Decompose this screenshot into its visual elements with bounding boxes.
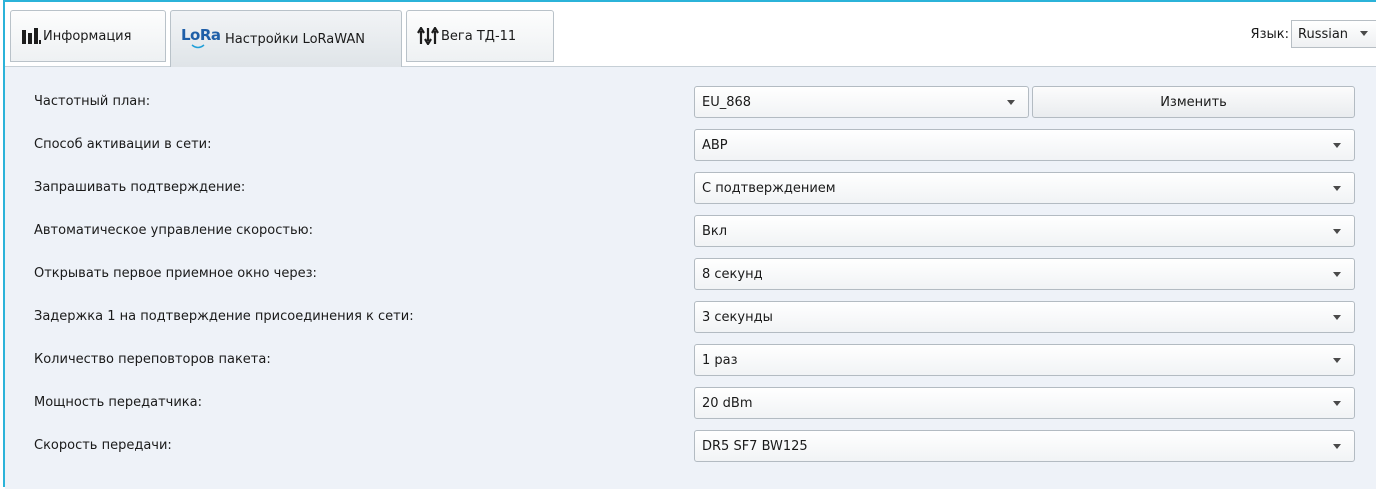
confirm-value: С подтверждением bbox=[702, 181, 836, 196]
rx1-value: 8 секунд bbox=[702, 267, 763, 282]
adr-select[interactable]: Вкл bbox=[694, 215, 1355, 247]
chevron-down-icon bbox=[1333, 315, 1341, 320]
freq-plan-value: EU_868 bbox=[702, 95, 752, 110]
arrows-updown-icon bbox=[417, 27, 439, 45]
join-delay-select[interactable]: 3 секунды bbox=[694, 301, 1355, 333]
adr-value: Вкл bbox=[702, 224, 728, 239]
tx-power-select[interactable]: 20 dBm bbox=[694, 387, 1355, 419]
chevron-down-icon bbox=[1333, 401, 1341, 406]
rx1-select[interactable]: 8 секунд bbox=[694, 258, 1355, 290]
retries-value: 1 раз bbox=[702, 353, 738, 368]
chevron-down-icon bbox=[1333, 272, 1341, 277]
rx1-label: Открывать первое приемное окно через: bbox=[34, 266, 317, 281]
tab-vega-td11[interactable]: Вега ТД-11 bbox=[406, 10, 554, 62]
activation-value: ABP bbox=[702, 138, 728, 153]
setting-row-data-rate: Скорость передачи: DR5 SF7 BW125 bbox=[5, 426, 1376, 466]
freq-plan-label: Частотный план: bbox=[34, 94, 151, 109]
tab-vega-label: Вега ТД-11 bbox=[441, 28, 517, 44]
chevron-down-icon bbox=[1333, 444, 1341, 449]
tab-info[interactable]: Информация bbox=[10, 10, 166, 62]
activation-select[interactable]: ABP bbox=[694, 129, 1355, 161]
language-value: Russian bbox=[1298, 26, 1349, 42]
tx-power-value: 20 dBm bbox=[702, 396, 753, 411]
lora-icon-text: LoRa bbox=[181, 26, 221, 44]
data-rate-label: Скорость передачи: bbox=[34, 438, 172, 453]
setting-row-retries: Количество переповторов пакета: 1 раз bbox=[5, 340, 1376, 380]
tab-info-label: Информация bbox=[43, 28, 132, 44]
change-freq-plan-button[interactable]: Изменить bbox=[1032, 86, 1355, 118]
tab-lorawan-label: Настройки LoRaWAN bbox=[225, 31, 365, 47]
retries-select[interactable]: 1 раз bbox=[694, 344, 1355, 376]
language-selector-group: Язык: Russian bbox=[1251, 20, 1376, 48]
chevron-down-icon bbox=[1007, 100, 1015, 105]
retries-label: Количество переповторов пакета: bbox=[34, 352, 271, 367]
chevron-down-icon bbox=[1360, 31, 1368, 36]
chevron-down-icon bbox=[1333, 143, 1341, 148]
tx-power-label: Мощность передатчика: bbox=[34, 395, 202, 410]
setting-row-activation: Способ активации в сети: ABP bbox=[5, 125, 1376, 165]
lora-icon: LoRa bbox=[181, 26, 223, 50]
tab-lorawan-settings[interactable]: LoRa Настройки LoRaWAN bbox=[170, 10, 402, 67]
data-rate-value: DR5 SF7 BW125 bbox=[702, 439, 808, 454]
join-delay-value: 3 секунды bbox=[702, 310, 773, 325]
chevron-down-icon bbox=[1333, 186, 1341, 191]
activation-label: Способ активации в сети: bbox=[34, 137, 212, 152]
bar-chart-icon bbox=[21, 27, 41, 45]
language-select[interactable]: Russian bbox=[1291, 20, 1376, 48]
chevron-down-icon bbox=[1333, 358, 1341, 363]
confirm-label: Запрашивать подтверждение: bbox=[34, 180, 246, 195]
setting-row-adr: Автоматическое управление скоростью: Вкл bbox=[5, 211, 1376, 251]
chevron-down-icon bbox=[1333, 229, 1341, 234]
data-rate-select[interactable]: DR5 SF7 BW125 bbox=[694, 430, 1355, 462]
lorawan-settings-panel: Частотный план: EU_868 Изменить Способ а… bbox=[5, 67, 1376, 489]
setting-row-freq-plan: Частотный план: EU_868 Изменить bbox=[5, 82, 1376, 122]
confirm-select[interactable]: С подтверждением bbox=[694, 172, 1355, 204]
setting-row-rx1: Открывать первое приемное окно через: 8 … bbox=[5, 254, 1376, 294]
language-label: Язык: bbox=[1250, 26, 1289, 42]
setting-row-join-delay: Задержка 1 на подтверждение присоединени… bbox=[5, 297, 1376, 337]
freq-plan-select[interactable]: EU_868 bbox=[694, 86, 1029, 118]
app-window: Информация LoRa Настройки LoRaWAN Вега Т… bbox=[3, 0, 1376, 489]
adr-label: Автоматическое управление скоростью: bbox=[34, 223, 313, 238]
setting-row-confirm: Запрашивать подтверждение: С подтвержден… bbox=[5, 168, 1376, 208]
join-delay-label: Задержка 1 на подтверждение присоединени… bbox=[34, 309, 414, 324]
tab-bar: Информация LoRa Настройки LoRaWAN Вега Т… bbox=[5, 2, 1376, 67]
setting-row-tx-power: Мощность передатчика: 20 dBm bbox=[5, 383, 1376, 423]
